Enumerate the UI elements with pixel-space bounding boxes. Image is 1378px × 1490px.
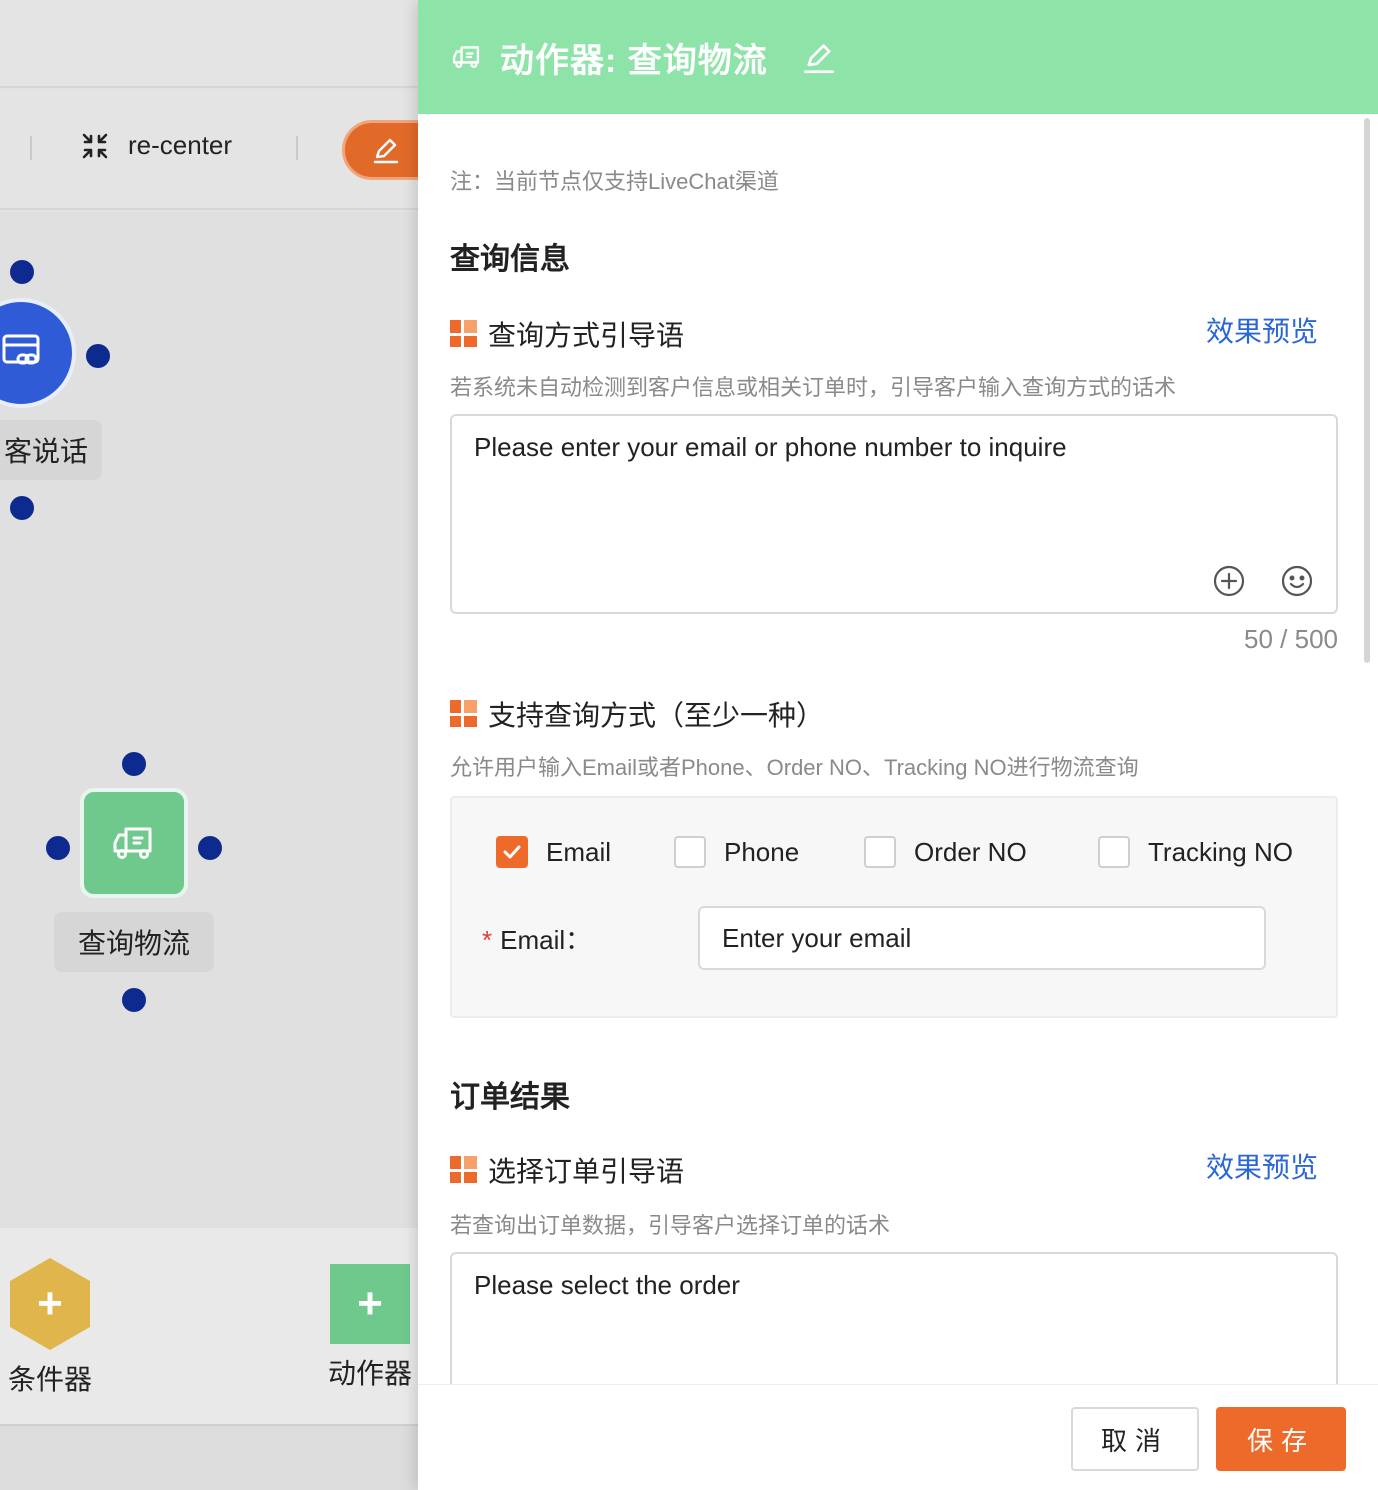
query-methods-box: Email Phone Order NO Tracking NO * Email： — [450, 796, 1338, 1018]
checkbox-unchecked-icon — [674, 836, 706, 868]
checkbox-unchecked-icon — [864, 836, 896, 868]
flow-canvas[interactable]: re-center 客说话 查询物流 + 条件器 + 动作器 — [0, 0, 418, 1490]
logistics-node[interactable] — [80, 788, 188, 898]
grid-icon — [450, 1156, 478, 1184]
field-title-query-guide: 查询方式引导语 — [450, 314, 684, 354]
canvas-area[interactable]: 客说话 查询物流 — [0, 212, 418, 1228]
node-port[interactable] — [10, 496, 34, 520]
preview-link-order-guide[interactable]: 效果预览 — [1206, 1146, 1318, 1186]
toolbar-divider — [30, 136, 32, 160]
toolbar-divider — [296, 136, 298, 160]
compress-arrows-icon — [82, 133, 108, 158]
panel-header: 动作器: 查询物流 — [418, 0, 1378, 114]
panel-footer: 取消 保存 — [418, 1384, 1378, 1490]
start-node[interactable] — [0, 298, 76, 408]
field-title-query-methods: 支持查询方式（至少一种） — [450, 694, 824, 734]
panel-title: 动作器: 查询物流 — [500, 41, 768, 80]
canvas-topbar — [0, 0, 418, 88]
email-input-placeholder: Enter your email — [722, 922, 912, 953]
plus-circle-icon[interactable] — [1212, 564, 1246, 598]
pencil-icon — [803, 44, 834, 74]
checkbox-unchecked-icon — [1098, 836, 1130, 868]
query-guide-text: Please enter your email or phone number … — [474, 432, 1067, 462]
textarea-tools — [1212, 564, 1314, 598]
node-port[interactable] — [122, 988, 146, 1012]
email-field-row: * Email： Enter your email — [482, 906, 1266, 970]
palette-action[interactable]: + 动作器 — [328, 1264, 412, 1392]
char-counter: 50 / 500 — [1244, 624, 1338, 654]
panel-body: 注：当前节点仅支持LiveChat渠道 查询信息 查询方式引导语 效果预览 若系… — [418, 114, 1378, 1384]
checkbox-email[interactable]: Email — [496, 836, 674, 868]
node-port[interactable] — [46, 836, 70, 860]
order-guide-description: 若查询出订单数据，引导客户选择订单的话术 — [450, 1213, 891, 1238]
query-methods-description: 允许用户输入Email或者Phone、Order NO、Tracking NO进… — [450, 755, 1139, 780]
add-condition-icon: + — [10, 1258, 90, 1350]
smiley-icon[interactable] — [1280, 564, 1314, 598]
checkbox-tracking-no[interactable]: Tracking NO — [1098, 836, 1293, 868]
cancel-button[interactable]: 取消 — [1071, 1407, 1199, 1471]
checkbox-order-no[interactable]: Order NO — [864, 836, 1098, 868]
grid-icon — [450, 700, 478, 728]
order-guide-textarea[interactable]: Please select the order — [450, 1252, 1338, 1384]
canvas-footer — [0, 1424, 418, 1490]
grid-icon — [450, 320, 478, 348]
add-action-icon: + — [330, 1264, 410, 1344]
node-port[interactable] — [122, 752, 146, 776]
recenter-label: re-center — [128, 130, 233, 160]
logistics-node-label: 查询物流 — [54, 912, 214, 972]
query-guide-description: 若系统未自动检测到客户信息或相关订单时，引导客户输入查询方式的话术 — [450, 375, 1177, 400]
edit-title-button[interactable] — [802, 40, 836, 74]
truck-icon — [452, 46, 480, 69]
query-guide-textarea[interactable]: Please enter your email or phone number … — [450, 414, 1338, 614]
node-port[interactable] — [86, 344, 110, 368]
method-checkboxes: Email Phone Order NO Tracking NO — [496, 836, 1293, 868]
channel-note: 注：当前节点仅支持LiveChat渠道 — [450, 169, 779, 194]
chat-link-icon — [2, 334, 40, 365]
pencil-icon — [373, 138, 399, 164]
edit-flow-button[interactable] — [342, 120, 418, 180]
palette-condition[interactable]: + 条件器 — [8, 1258, 92, 1398]
node-palette: + 条件器 + 动作器 — [0, 1228, 418, 1424]
recenter-button[interactable]: re-center — [80, 130, 232, 161]
truck-icon — [113, 827, 152, 859]
start-node-label: 客说话 — [0, 420, 102, 480]
section-title-query: 查询信息 — [450, 243, 570, 276]
email-input[interactable]: Enter your email — [698, 906, 1266, 970]
node-port[interactable] — [10, 260, 34, 284]
save-button[interactable]: 保存 — [1216, 1407, 1346, 1471]
email-field-label: * Email： — [482, 924, 592, 955]
node-port[interactable] — [198, 836, 222, 860]
order-guide-text: Please select the order — [474, 1270, 740, 1300]
field-title-order-guide: 选择订单引导语 — [450, 1150, 684, 1190]
checkbox-checked-icon — [496, 836, 528, 868]
section-title-order: 订单结果 — [450, 1081, 570, 1114]
preview-link-query-guide[interactable]: 效果预览 — [1206, 310, 1318, 350]
checkbox-phone[interactable]: Phone — [674, 836, 864, 868]
node-config-panel: 动作器: 查询物流 注：当前节点仅支持LiveChat渠道 查询信息 查询方式引… — [418, 0, 1378, 1490]
canvas-toolbar: re-center — [0, 90, 418, 210]
